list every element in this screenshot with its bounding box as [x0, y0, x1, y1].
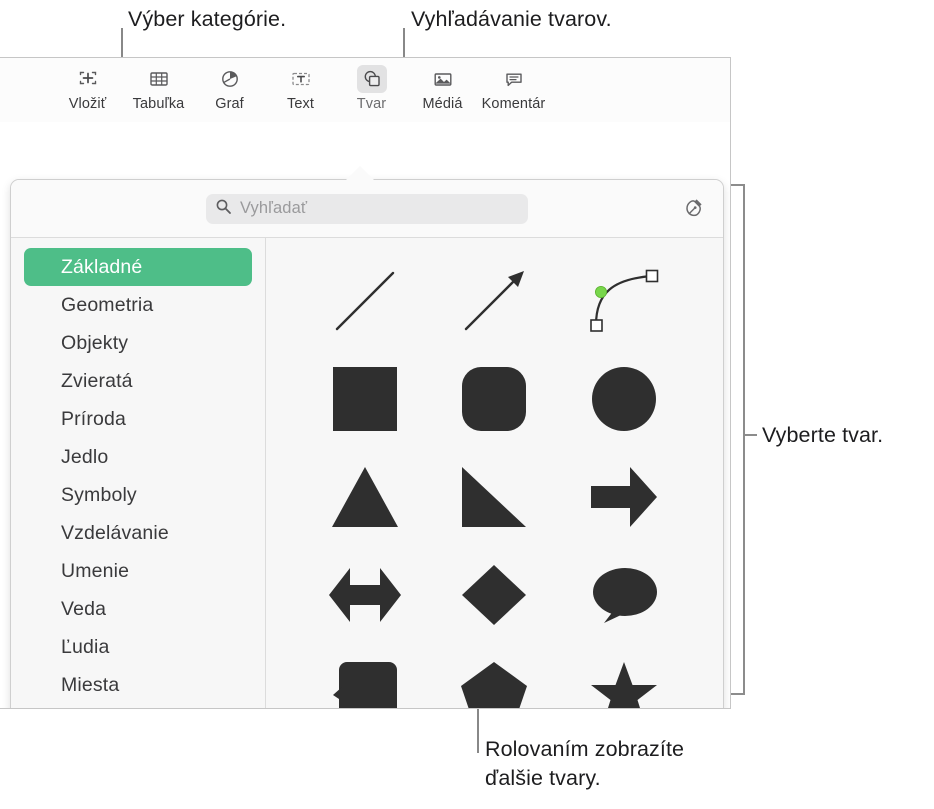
app-window: Vložiť Tabuľka Graf Text Tvar Médiá Kome…: [0, 57, 731, 709]
media-icon: [428, 65, 458, 93]
sidebar-item-label: Veda: [61, 597, 107, 620]
text-icon: [286, 65, 316, 93]
shape-pentagon[interactable]: [430, 644, 560, 708]
app-toolbar: Vložiť Tabuľka Graf Text Tvar Médiá Kome…: [0, 58, 730, 122]
search-input[interactable]: Vyhľadať: [206, 193, 528, 224]
sidebar-item-label: Základné: [61, 255, 143, 278]
toolbar-item-media[interactable]: Médiá: [407, 58, 478, 112]
shape-double-arrow[interactable]: [300, 546, 430, 644]
sidebar-item-objekty[interactable]: Objekty: [24, 324, 252, 362]
callout-category-picker: Výber kategórie.: [128, 7, 287, 31]
search-placeholder: Vyhľadať: [240, 199, 308, 217]
shape-callout-rect[interactable]: [300, 644, 430, 708]
comment-icon: [499, 65, 529, 93]
shape-bezier-curve[interactable]: [559, 252, 689, 350]
bracket-tick-choose-shape: [745, 434, 757, 436]
chart-icon: [215, 65, 245, 93]
shape-diamond[interactable]: [430, 546, 560, 644]
shapes-popover: Vyhľadať Základné Geometria Objekty Zvie…: [10, 179, 724, 708]
callout-shape-search: Vyhľadávanie tvarov.: [411, 7, 612, 31]
shape-star[interactable]: [559, 644, 689, 708]
shape-arrow-line[interactable]: [430, 252, 560, 350]
sidebar-item-geometria[interactable]: Geometria: [24, 286, 252, 324]
toolbar-item-text[interactable]: Text: [265, 58, 336, 112]
shape-circle[interactable]: [559, 350, 689, 448]
sidebar-item-jedlo[interactable]: Jedlo: [24, 438, 252, 476]
popover-header: Vyhľadať: [11, 180, 723, 238]
toolbar-item-table-label: Tabuľka: [132, 96, 185, 112]
sidebar-item-vzdelavanie[interactable]: Vzdelávanie: [24, 514, 252, 552]
toolbar-item-comment[interactable]: Komentár: [478, 58, 549, 112]
shape-square[interactable]: [300, 350, 430, 448]
screenshot-root: Výber kategórie. Vyhľadávanie tvarov. Vy…: [0, 0, 934, 809]
toolbar-item-insert-label: Vložiť: [68, 96, 107, 112]
sidebar-item-label: Geometria: [61, 293, 154, 316]
shape-line[interactable]: [300, 252, 430, 350]
toolbar-item-chart-label: Graf: [215, 96, 244, 112]
toolbar-item-table[interactable]: Tabuľka: [123, 58, 194, 112]
sidebar-item-ludia[interactable]: Ľudia: [24, 628, 252, 666]
sidebar-item-veda[interactable]: Veda: [24, 590, 252, 628]
shape-right-triangle[interactable]: [430, 448, 560, 546]
shapes-pane: [266, 238, 723, 708]
popover-body: Základné Geometria Objekty Zvieratá Prír…: [11, 238, 723, 708]
toolbar-item-chart[interactable]: Graf: [194, 58, 265, 112]
sidebar-item-label: Objekty: [61, 331, 129, 354]
search-icon: [215, 198, 232, 220]
shape-rounded-square[interactable]: [430, 350, 560, 448]
sidebar-item-aktivity[interactable]: Aktivity: [24, 704, 252, 708]
sidebar-item-label: Príroda: [61, 407, 126, 430]
toolbar-item-shape[interactable]: Tvar: [336, 58, 407, 112]
toolbar-item-media-label: Médiá: [422, 96, 463, 112]
sidebar-item-label: Zvieratá: [61, 369, 133, 392]
toolbar-item-text-label: Text: [287, 96, 314, 112]
sidebar-item-zvierata[interactable]: Zvieratá: [24, 362, 252, 400]
sidebar-item-label: Symboly: [61, 483, 137, 506]
sidebar-item-label: Miesta: [61, 673, 120, 696]
sidebar-item-umenie[interactable]: Umenie: [24, 552, 252, 590]
table-icon: [144, 65, 174, 93]
sidebar-item-label: Umenie: [61, 559, 130, 582]
insert-icon: [73, 65, 103, 93]
sidebar-item-symboly[interactable]: Symboly: [24, 476, 252, 514]
callout-scroll-more: Rolovaním zobrazíte ďalšie tvary.: [485, 737, 685, 790]
draw-button[interactable]: [681, 196, 707, 222]
shape-triangle[interactable]: [300, 448, 430, 546]
shape-speech-bubble[interactable]: [559, 546, 689, 644]
toolbar-item-comment-label: Komentár: [481, 96, 546, 112]
sidebar-item-miesta[interactable]: Miesta: [24, 666, 252, 704]
toolbar-item-shape-label: Tvar: [356, 96, 387, 112]
category-sidebar[interactable]: Základné Geometria Objekty Zvieratá Prír…: [11, 238, 266, 708]
shape-icon: [356, 65, 387, 93]
shape-right-arrow[interactable]: [559, 448, 689, 546]
bracket-shapes-panel: [729, 184, 745, 695]
sidebar-item-label: Ľudia: [61, 635, 110, 658]
sidebar-item-priroda[interactable]: Príroda: [24, 400, 252, 438]
popover-arrow: [346, 166, 374, 180]
toolbar-item-insert[interactable]: Vložiť: [52, 58, 123, 112]
callout-choose-shape: Vyberte tvar.: [762, 423, 884, 447]
sidebar-item-label: Vzdelávanie: [61, 521, 169, 544]
sidebar-item-zakladne[interactable]: Základné: [24, 248, 252, 286]
sidebar-item-label: Jedlo: [61, 445, 109, 468]
shapes-grid: [266, 252, 723, 708]
pen-icon: [682, 195, 706, 224]
